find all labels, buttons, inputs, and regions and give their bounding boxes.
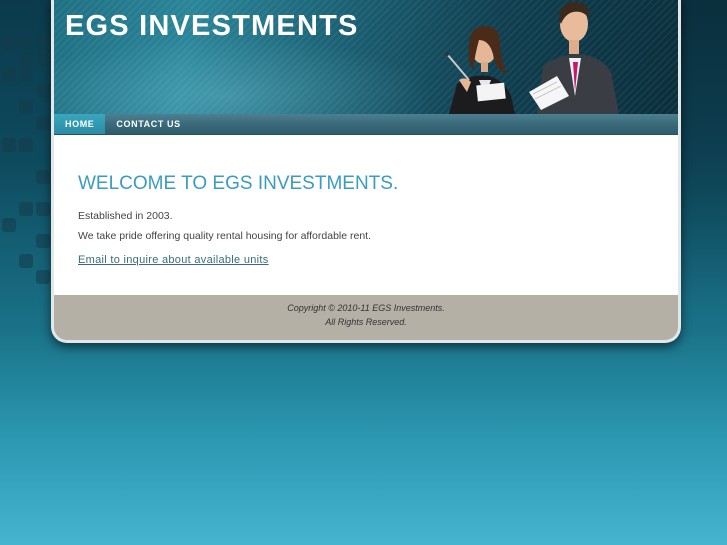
header-banner: EGS INVESTMENTS bbox=[54, 0, 678, 114]
background-tile-pattern bbox=[0, 30, 54, 290]
description-text: We take pride offering quality rental ho… bbox=[78, 230, 372, 242]
main-nav: HOME CONTACT US bbox=[54, 114, 678, 135]
email-inquiry-link[interactable]: Email to inquire about available units bbox=[78, 254, 269, 266]
established-text: Established in 2003. bbox=[78, 210, 173, 222]
business-people-illustration bbox=[445, 2, 619, 114]
copyright-text: Copyright © 2010-11 EGS Investments. bbox=[287, 303, 445, 313]
page-container: EGS INVESTMENTS HOME CONTACT US WELCOME … bbox=[51, 0, 681, 343]
welcome-heading: WELCOME TO EGS INVESTMENTS. bbox=[78, 173, 399, 194]
rights-text: All Rights Reserved. bbox=[325, 317, 407, 327]
nav-item-contact-us[interactable]: CONTACT US bbox=[105, 114, 191, 134]
footer: Copyright © 2010-11 EGS Investments. All… bbox=[54, 295, 678, 340]
site-title: EGS INVESTMENTS bbox=[65, 10, 359, 42]
nav-item-home[interactable]: HOME bbox=[54, 114, 106, 134]
